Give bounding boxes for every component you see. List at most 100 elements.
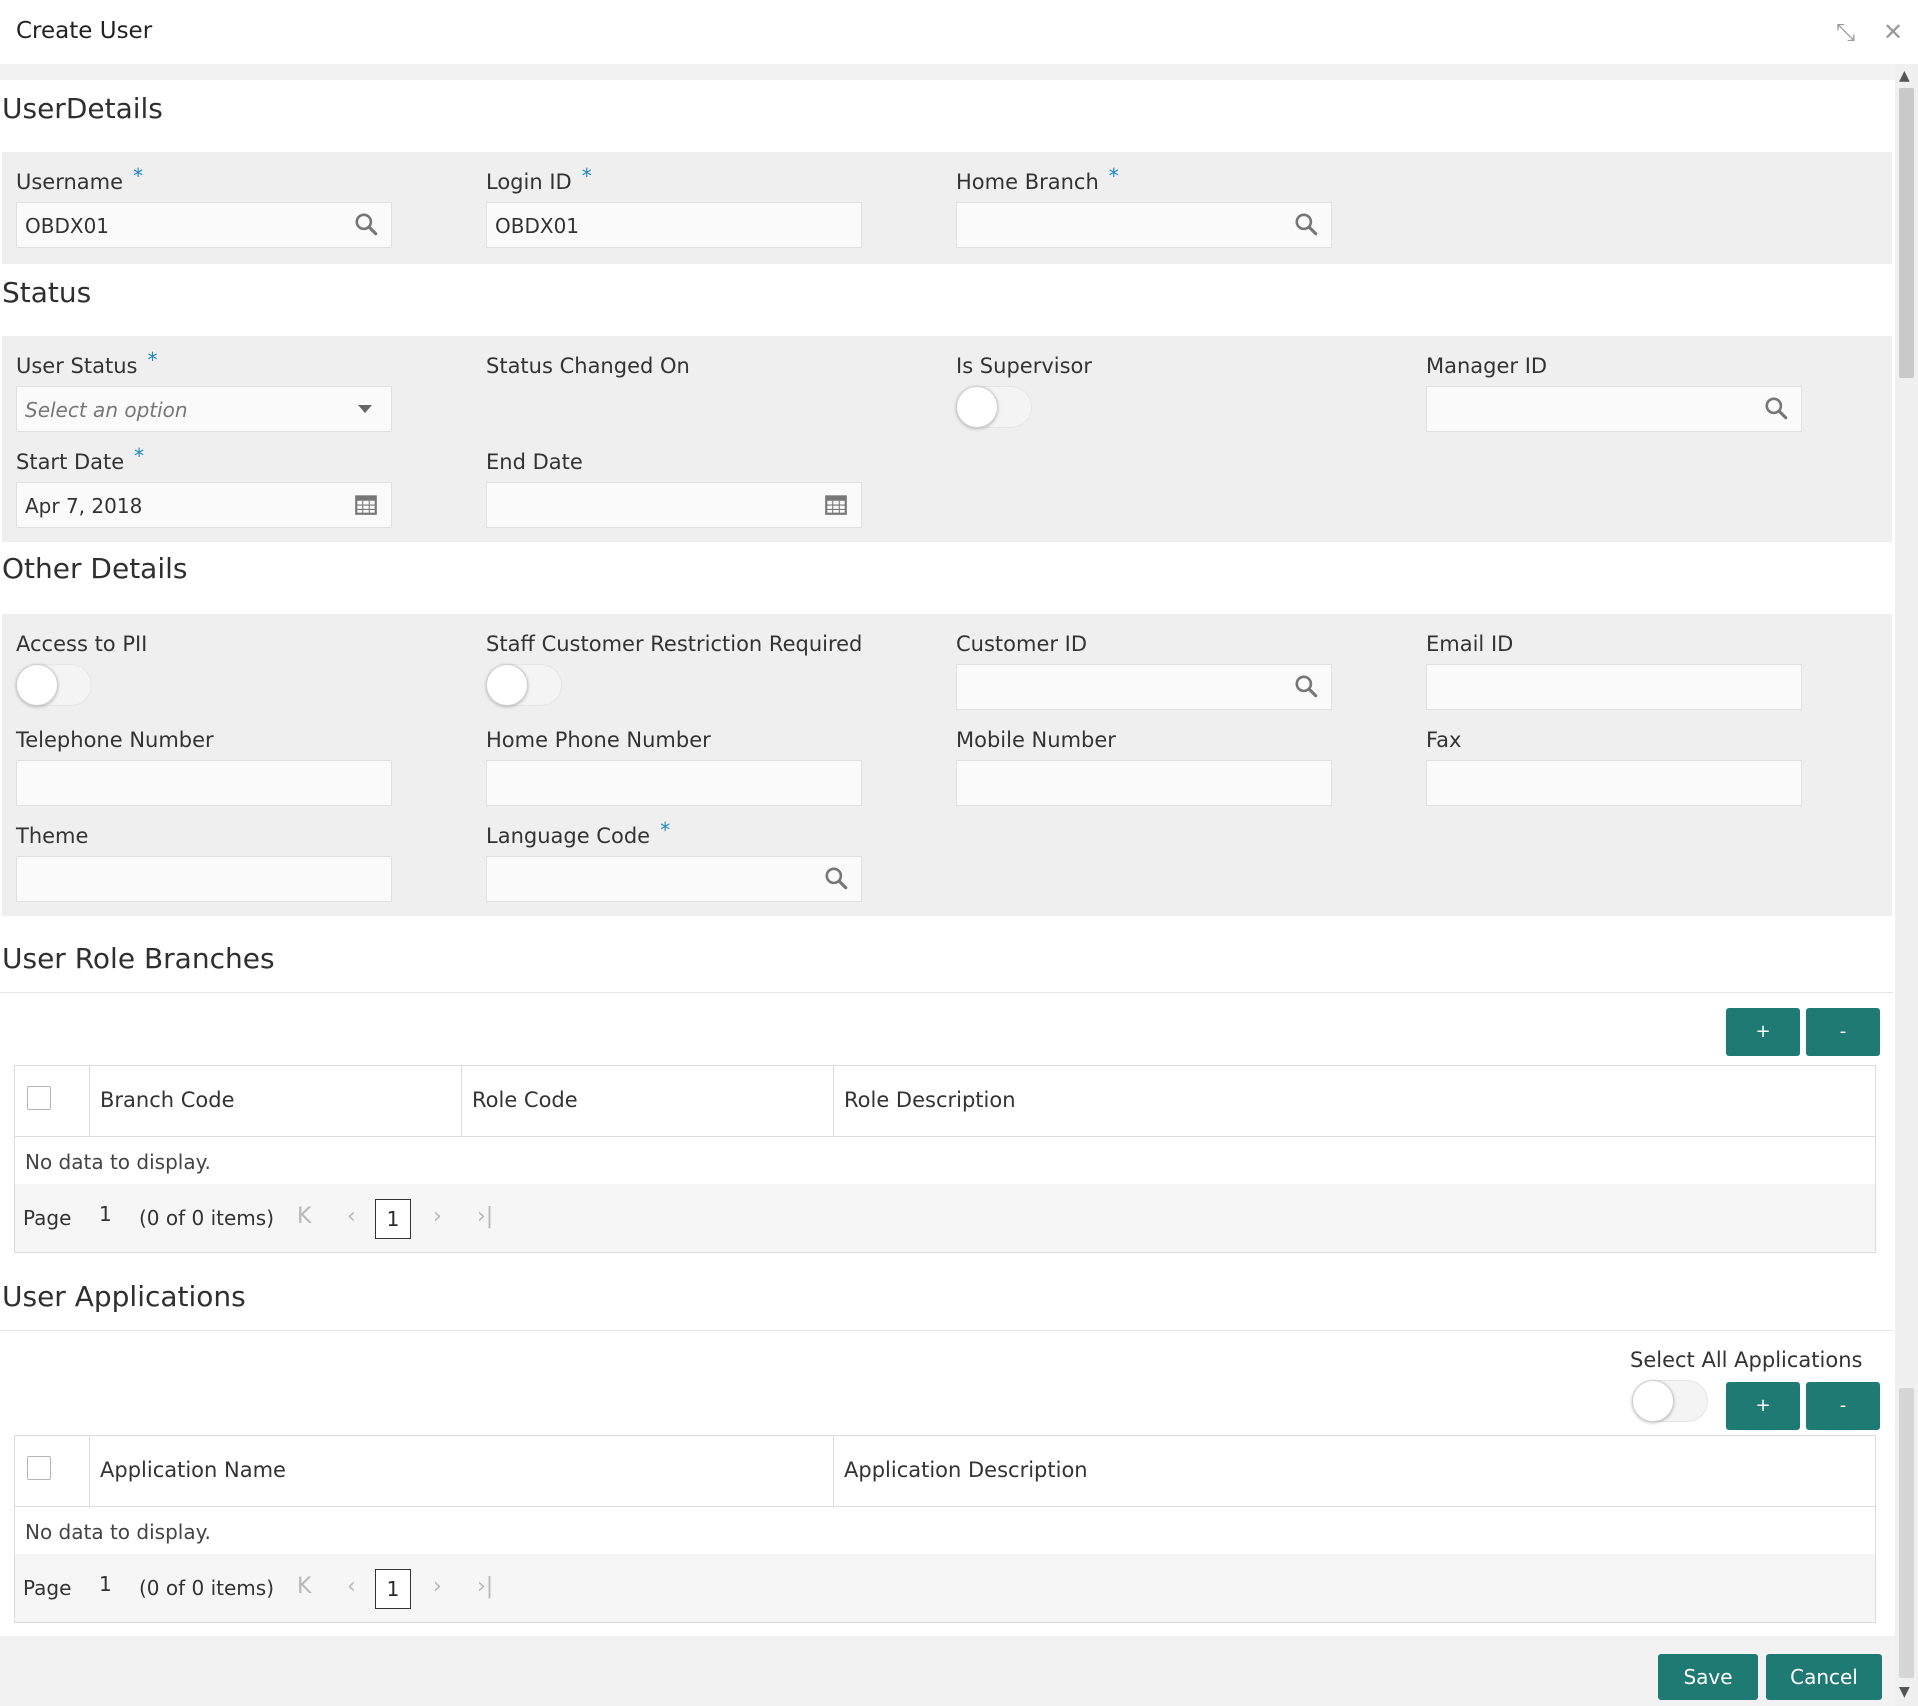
column-header[interactable]: Role Description — [833, 1066, 1876, 1136]
last-page-icon[interactable]: ›| — [477, 1574, 493, 1599]
theme-field[interactable] — [16, 856, 392, 902]
prev-page-icon[interactable]: ‹ — [347, 1574, 356, 1599]
first-page-icon[interactable]: K — [297, 1574, 311, 1599]
home-phone-field[interactable] — [486, 760, 862, 806]
prev-page-icon[interactable]: ‹ — [347, 1204, 356, 1229]
mobile-field[interactable] — [956, 760, 1332, 806]
remove-role-branch-button[interactable]: - — [1806, 1008, 1880, 1056]
username-field[interactable]: OBDX01 — [16, 202, 392, 248]
next-page-icon[interactable]: › — [433, 1574, 442, 1599]
top-band — [0, 64, 1895, 80]
search-icon[interactable] — [1293, 673, 1319, 699]
search-icon[interactable] — [1763, 395, 1789, 421]
current-page[interactable]: 1 — [375, 1569, 411, 1609]
select-all-applications-label: Select All Applications — [1630, 1348, 1863, 1372]
theme-label: Theme — [16, 824, 89, 848]
home-branch-field[interactable] — [956, 202, 1332, 248]
customer-id-field[interactable] — [956, 664, 1332, 710]
start-date-value: Apr 7, 2018 — [25, 494, 143, 518]
manager-id-field[interactable] — [1426, 386, 1802, 432]
create-user-window: Create User ⤡ ✕ UserDetails Username * OB… — [0, 0, 1918, 1706]
footer-bar: Save Cancel — [0, 1636, 1895, 1706]
access-to-pii-label: Access to PII — [16, 632, 148, 656]
page-number-input[interactable]: 1 — [99, 1572, 112, 1596]
select-all-applications-toggle[interactable] — [1632, 1380, 1708, 1422]
login-id-label: Login ID * — [486, 164, 592, 194]
start-date-label: Start Date * — [16, 444, 145, 474]
home-branch-label: Home Branch * — [956, 164, 1119, 194]
column-role-description: Role Description — [844, 1088, 1016, 1112]
add-role-branch-button[interactable]: + — [1726, 1008, 1800, 1056]
select-all-checkbox[interactable] — [27, 1456, 51, 1480]
current-page[interactable]: 1 — [375, 1199, 411, 1239]
status-changed-on-label: Status Changed On — [486, 354, 690, 378]
start-date-field[interactable]: Apr 7, 2018 — [16, 482, 392, 528]
page-label: Page — [23, 1576, 72, 1600]
column-header[interactable]: Branch Code — [89, 1066, 462, 1136]
search-icon[interactable] — [823, 865, 849, 891]
column-header[interactable]: Application Name — [89, 1436, 834, 1506]
role-branches-grid: Branch Code Role Code Role Description N… — [14, 1065, 1876, 1253]
customer-id-label: Customer ID — [956, 632, 1088, 656]
staff-restriction-toggle[interactable] — [486, 664, 562, 706]
column-header[interactable]: Application Description — [833, 1436, 1876, 1506]
scroll-thumb[interactable] — [1899, 88, 1914, 378]
other-details-panel: Access to PII Staff Customer Restriction… — [2, 614, 1892, 916]
add-application-button[interactable]: + — [1726, 1382, 1800, 1430]
access-to-pii-toggle[interactable] — [16, 664, 92, 706]
calendar-icon[interactable] — [353, 491, 379, 517]
username-label: Username * — [16, 164, 144, 194]
grid-header: Branch Code Role Code Role Description — [15, 1066, 1875, 1137]
manager-id-label: Manager ID — [1426, 354, 1548, 378]
section-title-status: Status — [2, 276, 92, 309]
chevron-down-icon[interactable] — [355, 399, 375, 419]
username-value: OBDX01 — [25, 214, 110, 238]
select-all-checkbox[interactable] — [27, 1086, 51, 1110]
page-number-input[interactable]: 1 — [99, 1202, 112, 1226]
applications-grid: Application Name Application Description… — [14, 1435, 1876, 1623]
pager: Page 1 (0 of 0 items) K ‹ 1 › ›| — [15, 1554, 1875, 1622]
is-supervisor-label: Is Supervisor — [956, 354, 1093, 378]
login-id-field[interactable]: OBDX01 — [486, 202, 862, 248]
user-status-placeholder: Select an option — [25, 398, 188, 422]
column-header[interactable]: Role Code — [461, 1066, 834, 1136]
telephone-field[interactable] — [16, 760, 392, 806]
last-page-icon[interactable]: ›| — [477, 1204, 493, 1229]
save-button[interactable]: Save — [1658, 1654, 1758, 1700]
telephone-label: Telephone Number — [16, 728, 214, 752]
minimize-icon[interactable]: ⤡ — [1836, 18, 1855, 46]
login-id-value: OBDX01 — [495, 214, 580, 238]
section-title-role-branches: User Role Branches — [2, 942, 275, 975]
divider — [0, 992, 1893, 993]
scroll-track-segment — [1899, 1388, 1914, 1678]
close-icon[interactable]: ✕ — [1883, 18, 1903, 46]
next-page-icon[interactable]: › — [433, 1204, 442, 1229]
email-id-field[interactable] — [1426, 664, 1802, 710]
calendar-icon[interactable] — [823, 491, 849, 517]
cancel-button[interactable]: Cancel — [1766, 1654, 1882, 1700]
user-status-select[interactable]: Select an option — [16, 386, 392, 432]
first-page-icon[interactable]: K — [297, 1204, 311, 1229]
user-status-label: User Status * — [16, 348, 158, 378]
section-title-user-details: UserDetails — [2, 92, 163, 125]
search-icon[interactable] — [353, 211, 379, 237]
empty-message: No data to display. — [25, 1520, 211, 1544]
items-count: (0 of 0 items) — [139, 1576, 275, 1600]
vertical-scrollbar[interactable]: ▲ ▼ — [1895, 64, 1918, 1706]
fax-field[interactable] — [1426, 760, 1802, 806]
is-supervisor-toggle[interactable] — [956, 386, 1032, 428]
section-title-applications: User Applications — [2, 1280, 246, 1313]
column-application-description: Application Description — [844, 1458, 1088, 1482]
remove-application-button[interactable]: - — [1806, 1382, 1880, 1430]
scroll-up-icon[interactable]: ▲ — [1899, 68, 1910, 84]
page-label: Page — [23, 1206, 72, 1230]
fax-label: Fax — [1426, 728, 1462, 752]
scroll-down-icon[interactable]: ▼ — [1899, 1684, 1910, 1700]
search-icon[interactable] — [1293, 211, 1319, 237]
column-application-name: Application Name — [100, 1458, 286, 1482]
toggle-knob — [486, 664, 528, 706]
language-code-field[interactable] — [486, 856, 862, 902]
end-date-field[interactable] — [486, 482, 862, 528]
toggle-knob — [956, 386, 998, 428]
items-count: (0 of 0 items) — [139, 1206, 275, 1230]
